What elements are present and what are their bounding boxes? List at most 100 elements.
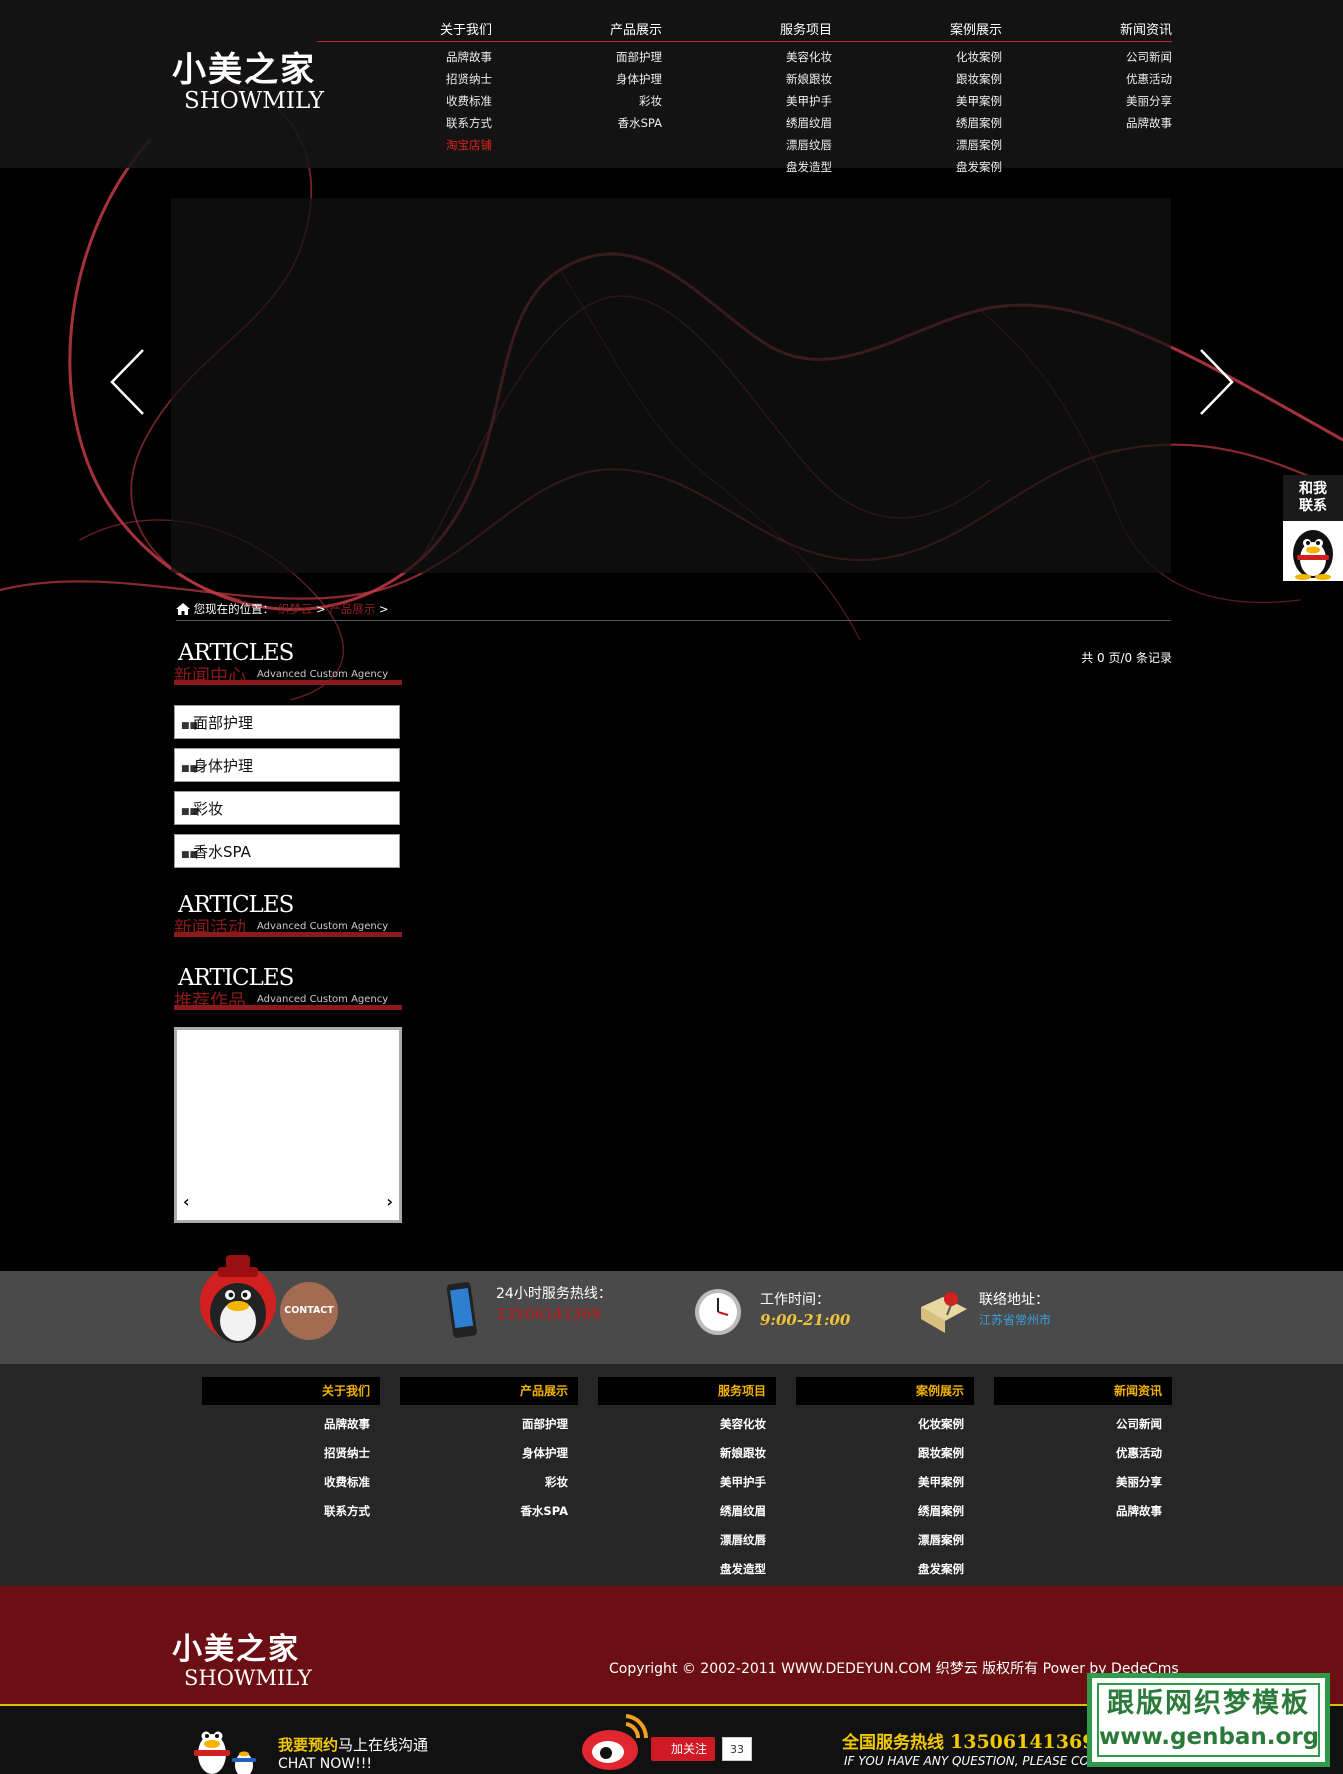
weibo-follower-count: 33	[722, 1737, 752, 1761]
footer-nav-head[interactable]: 关于我们	[202, 1377, 380, 1405]
footer-nav-item[interactable]: 彩妆	[400, 1469, 578, 1498]
footer-nav-head[interactable]: 服务项目	[598, 1377, 776, 1405]
section-underline	[174, 680, 402, 685]
footer-nav-item[interactable]: 漂唇纹唇	[598, 1527, 776, 1556]
nav-item[interactable]: 公司新闻	[1052, 46, 1172, 68]
category-label: 彩妆	[193, 800, 224, 818]
footer-nav-head[interactable]: 案例展示	[796, 1377, 974, 1405]
footer-nav-item[interactable]: 面部护理	[400, 1411, 578, 1440]
nav-item[interactable]: 漂唇纹唇	[712, 134, 832, 156]
watermark-line1: 跟版网织梦模板	[1107, 1688, 1310, 1719]
footer-logo[interactable]: 小美之家 SHOWMILY	[172, 1624, 332, 1704]
footer-nav-item[interactable]: 联系方式	[202, 1498, 380, 1527]
footer-nav-item[interactable]: 跟妆案例	[796, 1440, 974, 1469]
hotline-label: 全国服务热线	[842, 1733, 944, 1753]
nav-item[interactable]: 收费标准	[372, 90, 492, 112]
qq-penguins-icon[interactable]	[180, 1708, 270, 1774]
footer-nav-column-services: 服务项目 美容化妆 新娘跟妆 美甲护手 绣眉纹眉 漂唇纹唇 盘发造型	[598, 1377, 776, 1585]
nav-head-news[interactable]: 新闻资讯	[997, 20, 1172, 42]
nav-item[interactable]: 品牌故事	[1052, 112, 1172, 134]
watermark-line2: www.genban.org	[1099, 1724, 1320, 1750]
nav-item[interactable]: 身体护理	[542, 68, 662, 90]
nav-item[interactable]: 香水SPA	[542, 112, 662, 134]
qq-mascot-icon	[200, 1255, 276, 1343]
category-item-facial-care[interactable]: ■■面部护理	[174, 705, 400, 739]
breadcrumb-link-products[interactable]: 产品展示	[329, 602, 375, 616]
footer-nav-item[interactable]: 优惠活动	[994, 1440, 1172, 1469]
footer-nav-item[interactable]: 盘发案例	[796, 1556, 974, 1585]
footer-nav-item[interactable]: 品牌故事	[202, 1411, 380, 1440]
logo-chinese-text: 小美之家	[172, 50, 316, 90]
nav-item[interactable]: 美丽分享	[1052, 90, 1172, 112]
address-info: 联络地址： 江苏省常州市	[979, 1289, 1051, 1328]
footer-nav-item[interactable]: 盘发造型	[598, 1556, 776, 1585]
footer-nav-item[interactable]: 品牌故事	[994, 1498, 1172, 1527]
footer-nav-item[interactable]: 招贤纳士	[202, 1440, 380, 1469]
footer-nav-item[interactable]: 绣眉案例	[796, 1498, 974, 1527]
map-pin-icon	[921, 1292, 967, 1333]
nav-item[interactable]: 美甲案例	[882, 90, 1002, 112]
contact-button[interactable]: CONTACT	[280, 1282, 338, 1340]
footer-nav-column-about: 关于我们 品牌故事 招贤纳士 收费标准 联系方式	[202, 1377, 380, 1527]
section-subtitle: Advanced Custom Agency	[257, 994, 389, 1005]
nav-item[interactable]: 品牌故事	[372, 46, 492, 68]
logo-english-text: SHOWMILY	[184, 88, 324, 114]
nav-item[interactable]: 漂唇案例	[882, 134, 1002, 156]
nav-item[interactable]: 美甲护手	[712, 90, 832, 112]
slider-next-arrow-icon[interactable]	[1196, 347, 1236, 417]
watermark-badge: 跟版网织梦模板 www.genban.org	[1087, 1673, 1330, 1767]
nav-item[interactable]: 联系方式	[372, 112, 492, 134]
nav-item[interactable]: 绣眉纹眉	[712, 112, 832, 134]
nav-item[interactable]: 跟妆案例	[882, 68, 1002, 90]
nav-head-cases[interactable]: 案例展示	[827, 20, 1002, 42]
banner-slider	[171, 198, 1171, 573]
nav-item[interactable]: 化妆案例	[882, 46, 1002, 68]
online-chat-link[interactable]: 我要预约马上在线沟通 CHAT NOW!!!	[278, 1736, 428, 1774]
nav-item[interactable]: 盘发案例	[882, 156, 1002, 178]
footer-nav-item[interactable]: 绣眉纹眉	[598, 1498, 776, 1527]
nav-item[interactable]: 美容化妆	[712, 46, 832, 68]
nav-head-products[interactable]: 产品展示	[487, 20, 662, 42]
footer-nav-item[interactable]: 化妆案例	[796, 1411, 974, 1440]
nav-item[interactable]: 盘发造型	[712, 156, 832, 178]
nav-item[interactable]: 面部护理	[542, 46, 662, 68]
address-value[interactable]: 江苏省常州市	[979, 1311, 1051, 1328]
category-item-body-care[interactable]: ■■身体护理	[174, 748, 400, 782]
nav-item[interactable]: 新娘跟妆	[712, 68, 832, 90]
footer-nav-item[interactable]: 收费标准	[202, 1469, 380, 1498]
nav-head-about[interactable]: 关于我们	[317, 20, 492, 42]
nav-item-taobao-store[interactable]: 淘宝店铺	[372, 134, 492, 156]
site-header: 小美之家 SHOWMILY 关于我们 品牌故事 招贤纳士 收费标准 联系方式 淘…	[0, 0, 1343, 174]
floating-qq-contact[interactable]: 和我 联系	[1283, 475, 1343, 581]
weibo-follow-button[interactable]: 加关注	[651, 1737, 715, 1761]
breadcrumb-separator: >	[315, 602, 326, 616]
category-item-perfume-spa[interactable]: ■■香水SPA	[174, 834, 400, 868]
footer-nav-item[interactable]: 新娘跟妆	[598, 1440, 776, 1469]
footer-nav-item[interactable]: 漂唇案例	[796, 1527, 974, 1556]
footer-nav-head[interactable]: 产品展示	[400, 1377, 578, 1405]
section-subtitle: Advanced Custom Agency	[257, 669, 389, 680]
nav-item[interactable]: 优惠活动	[1052, 68, 1172, 90]
nav-item[interactable]: 招贤纳士	[372, 68, 492, 90]
works-prev-button[interactable]: ‹	[183, 1192, 190, 1211]
category-item-makeup[interactable]: ■■彩妆	[174, 791, 400, 825]
footer-nav-item[interactable]: 美甲护手	[598, 1469, 776, 1498]
footer-nav-item[interactable]: 身体护理	[400, 1440, 578, 1469]
weibo-icon[interactable]	[580, 1710, 650, 1774]
footer-nav-head[interactable]: 新闻资讯	[994, 1377, 1172, 1405]
nav-item[interactable]: 绣眉案例	[882, 112, 1002, 134]
footer-nav-item[interactable]: 公司新闻	[994, 1411, 1172, 1440]
footer-nav-item[interactable]: 香水SPA	[400, 1498, 578, 1527]
footer-nav-item[interactable]: 美容化妆	[598, 1411, 776, 1440]
slider-prev-arrow-icon[interactable]	[108, 347, 148, 417]
nav-head-services[interactable]: 服务项目	[657, 20, 832, 42]
nav-item[interactable]: 彩妆	[542, 90, 662, 112]
grid-dots-icon: ■■	[181, 850, 199, 860]
footer-nav-item[interactable]: 美丽分享	[994, 1469, 1172, 1498]
breadcrumb-link-home[interactable]: 织梦云	[278, 602, 313, 616]
footer-nav-item[interactable]: 美甲案例	[796, 1469, 974, 1498]
qq-penguin-icon	[1283, 521, 1343, 581]
works-next-button[interactable]: ›	[386, 1192, 393, 1211]
site-logo[interactable]: 小美之家 SHOWMILY	[172, 42, 332, 122]
category-label: 面部护理	[193, 714, 254, 732]
